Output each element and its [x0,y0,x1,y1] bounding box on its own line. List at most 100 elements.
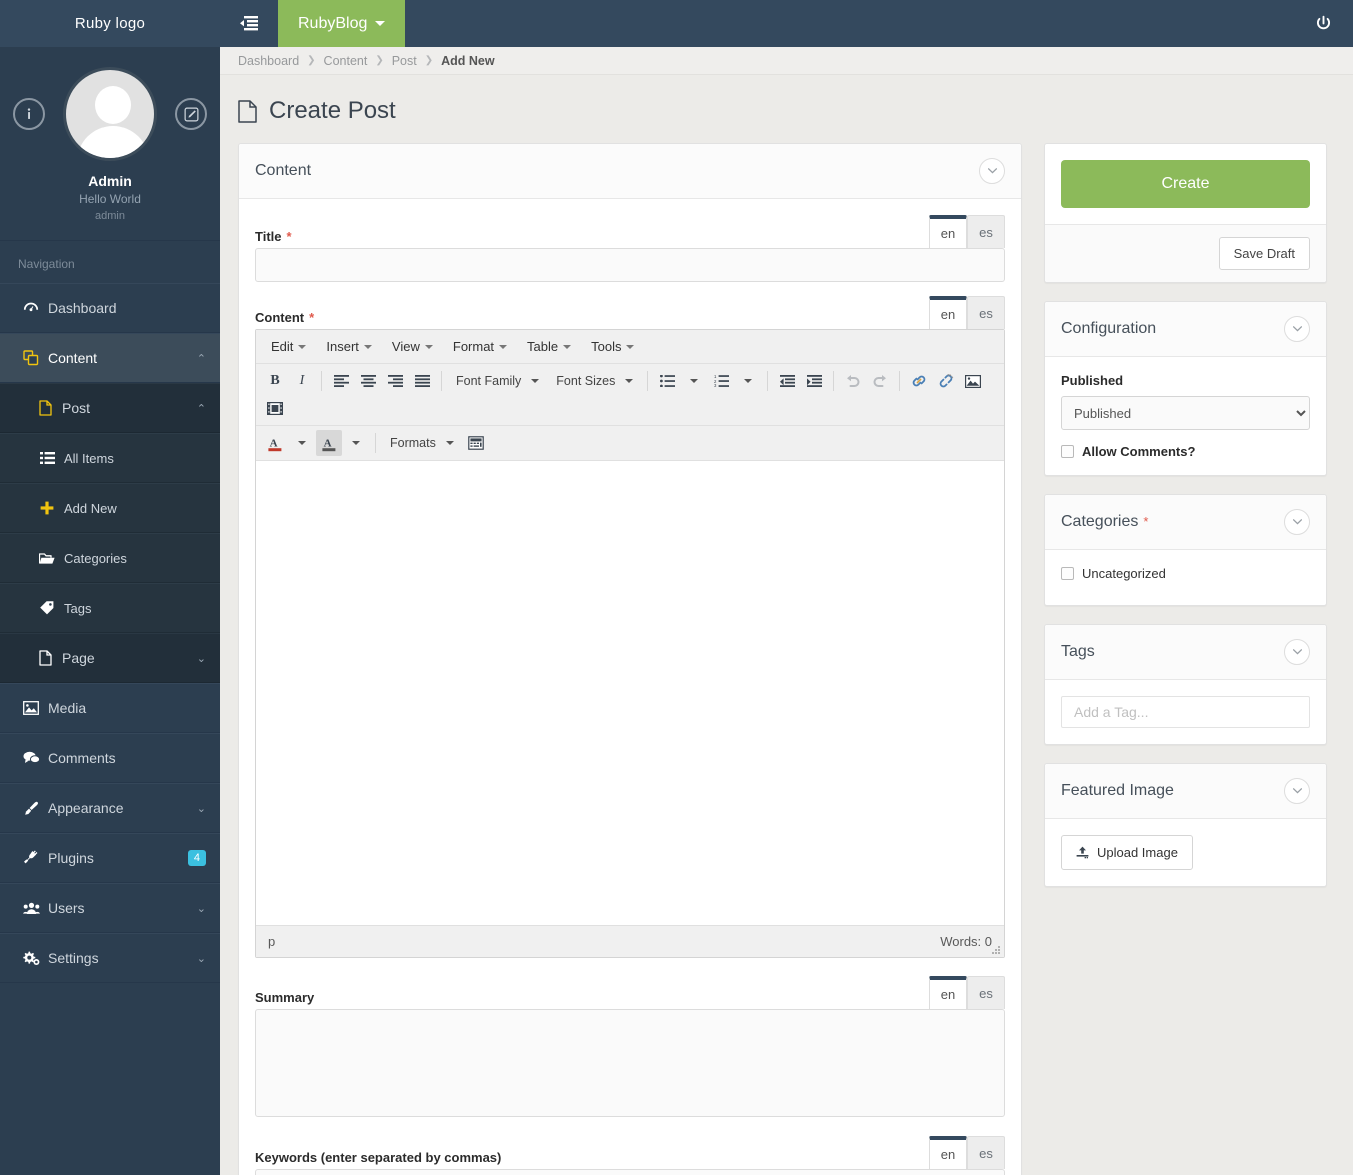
chevron-down-icon[interactable] [1284,778,1310,804]
brand-dropdown-button[interactable]: RubyBlog [278,0,405,47]
undo-icon[interactable] [840,368,866,394]
text-color-icon[interactable]: A [262,430,288,456]
redo-icon[interactable] [867,368,893,394]
breadcrumb-item-dashboard[interactable]: Dashboard [238,54,299,68]
published-select[interactable]: Published Draft [1061,396,1310,430]
editor-menu-tools[interactable]: Tools [582,335,643,358]
sidebar-item-dashboard[interactable]: Dashboard [0,283,220,333]
chevron-down-icon: ⌄ [197,652,206,665]
editor-menu-format[interactable]: Format [444,335,516,358]
link-icon[interactable] [906,368,932,394]
sidebar-item-categories[interactable]: Categories [0,533,220,583]
special-char-icon[interactable] [463,430,489,456]
breadcrumb-item-content[interactable]: Content [324,54,368,68]
bullet-list-chevron-icon[interactable] [681,368,707,394]
unlink-icon[interactable] [933,368,959,394]
upload-image-button[interactable]: Upload Image [1061,835,1193,870]
sidebar-item-media[interactable]: Media [0,683,220,733]
background-color-chevron-icon[interactable] [343,430,369,456]
sidebar-item-users[interactable]: Users ⌄ [0,883,220,933]
formats-select[interactable]: Formats [382,430,462,456]
power-icon[interactable] [1293,0,1353,47]
lang-tab-en[interactable]: en [929,976,967,1009]
sidebar-item-plugins[interactable]: Plugins 4 [0,833,220,883]
editor-element-path[interactable]: p [268,934,275,949]
page-title: Create Post [220,75,1353,143]
align-right-icon[interactable] [382,368,408,394]
editor-menu-insert[interactable]: Insert [317,335,381,358]
required-mark: * [287,229,292,244]
lang-tab-es[interactable]: es [967,215,1005,248]
lang-tab-en[interactable]: en [929,296,967,329]
edit-pencil-icon[interactable] [175,98,207,130]
bullet-list-icon[interactable] [654,368,680,394]
numbered-list-chevron-icon[interactable] [735,368,761,394]
lang-tab-en[interactable]: en [929,1136,967,1169]
lang-tab-es[interactable]: es [967,296,1005,329]
lang-tab-es[interactable]: es [967,1136,1005,1169]
italic-icon[interactable]: I [289,368,315,394]
keywords-input[interactable] [255,1169,1005,1175]
tag-icon [30,600,64,616]
chevron-right-icon: ❯ [307,55,315,66]
toolbar-divider [647,371,648,391]
title-input[interactable] [255,248,1005,282]
tags-panel-title: Tags [1061,643,1095,661]
font-sizes-select[interactable]: Font Sizes [548,368,641,394]
required-mark: * [309,310,314,325]
editor-menu-edit[interactable]: Edit [262,335,315,358]
sidebar-item-add-new[interactable]: Add New [0,483,220,533]
chevron-down-icon[interactable] [979,158,1005,184]
configuration-panel: Configuration Published Published Draft … [1044,301,1327,476]
bold-icon[interactable]: B [262,368,288,394]
editor-menu-table[interactable]: Table [518,335,580,358]
background-color-icon[interactable]: A [316,430,342,456]
summary-textarea[interactable] [255,1009,1005,1117]
media-icon[interactable] [262,395,288,421]
allow-comments-checkbox[interactable] [1061,445,1074,458]
chevron-up-icon: ⌃ [197,352,206,365]
category-checkbox-uncategorized[interactable] [1061,567,1074,580]
create-button[interactable]: Create [1061,160,1310,208]
editor-content-area[interactable] [256,461,1004,925]
sidebar-item-post[interactable]: Post ⌃ [0,383,220,433]
sidebar-item-comments[interactable]: Comments [0,733,220,783]
allow-comments-row[interactable]: Allow Comments? [1061,444,1310,459]
align-center-icon[interactable] [355,368,381,394]
lang-tab-en[interactable]: en [929,215,967,248]
sidebar-item-appearance[interactable]: Appearance ⌄ [0,783,220,833]
chevron-down-icon[interactable] [1284,509,1310,535]
editor-menu-view[interactable]: View [383,335,442,358]
navigation-heading: Navigation [0,241,220,283]
image-icon [14,701,48,715]
save-draft-button[interactable]: Save Draft [1219,237,1310,270]
sidebar-item-settings[interactable]: Settings ⌄ [0,933,220,983]
editor-resize-handle[interactable] [992,946,1001,955]
upload-image-label: Upload Image [1097,845,1178,860]
indent-icon[interactable] [801,368,827,394]
sidebar-item-tags[interactable]: Tags [0,583,220,633]
text-color-chevron-icon[interactable] [289,430,315,456]
chevron-up-icon: ⌃ [197,402,206,415]
chevron-right-icon: ❯ [375,55,383,66]
breadcrumb-item-post[interactable]: Post [392,54,417,68]
file-icon [238,100,257,123]
info-icon[interactable] [13,98,45,130]
align-justify-icon[interactable] [409,368,435,394]
outdent-icon[interactable] [774,368,800,394]
sidebar-item-all-items[interactable]: All Items [0,433,220,483]
category-item[interactable]: Uncategorized [1061,566,1310,581]
tag-input[interactable] [1061,696,1310,728]
image-icon[interactable] [960,368,986,394]
font-family-select[interactable]: Font Family [448,368,547,394]
numbered-list-icon[interactable]: 123 [708,368,734,394]
sidebar-item-content[interactable]: Content ⌃ [0,333,220,383]
sidebar-collapse-icon[interactable] [220,0,278,47]
chevron-down-icon[interactable] [1284,316,1310,342]
avatar[interactable] [63,67,157,161]
align-left-icon[interactable] [328,368,354,394]
chevron-down-icon[interactable] [1284,639,1310,665]
app-logo[interactable]: Ruby logo [0,0,220,47]
sidebar-item-page[interactable]: Page ⌄ [0,633,220,683]
lang-tab-es[interactable]: es [967,976,1005,1009]
